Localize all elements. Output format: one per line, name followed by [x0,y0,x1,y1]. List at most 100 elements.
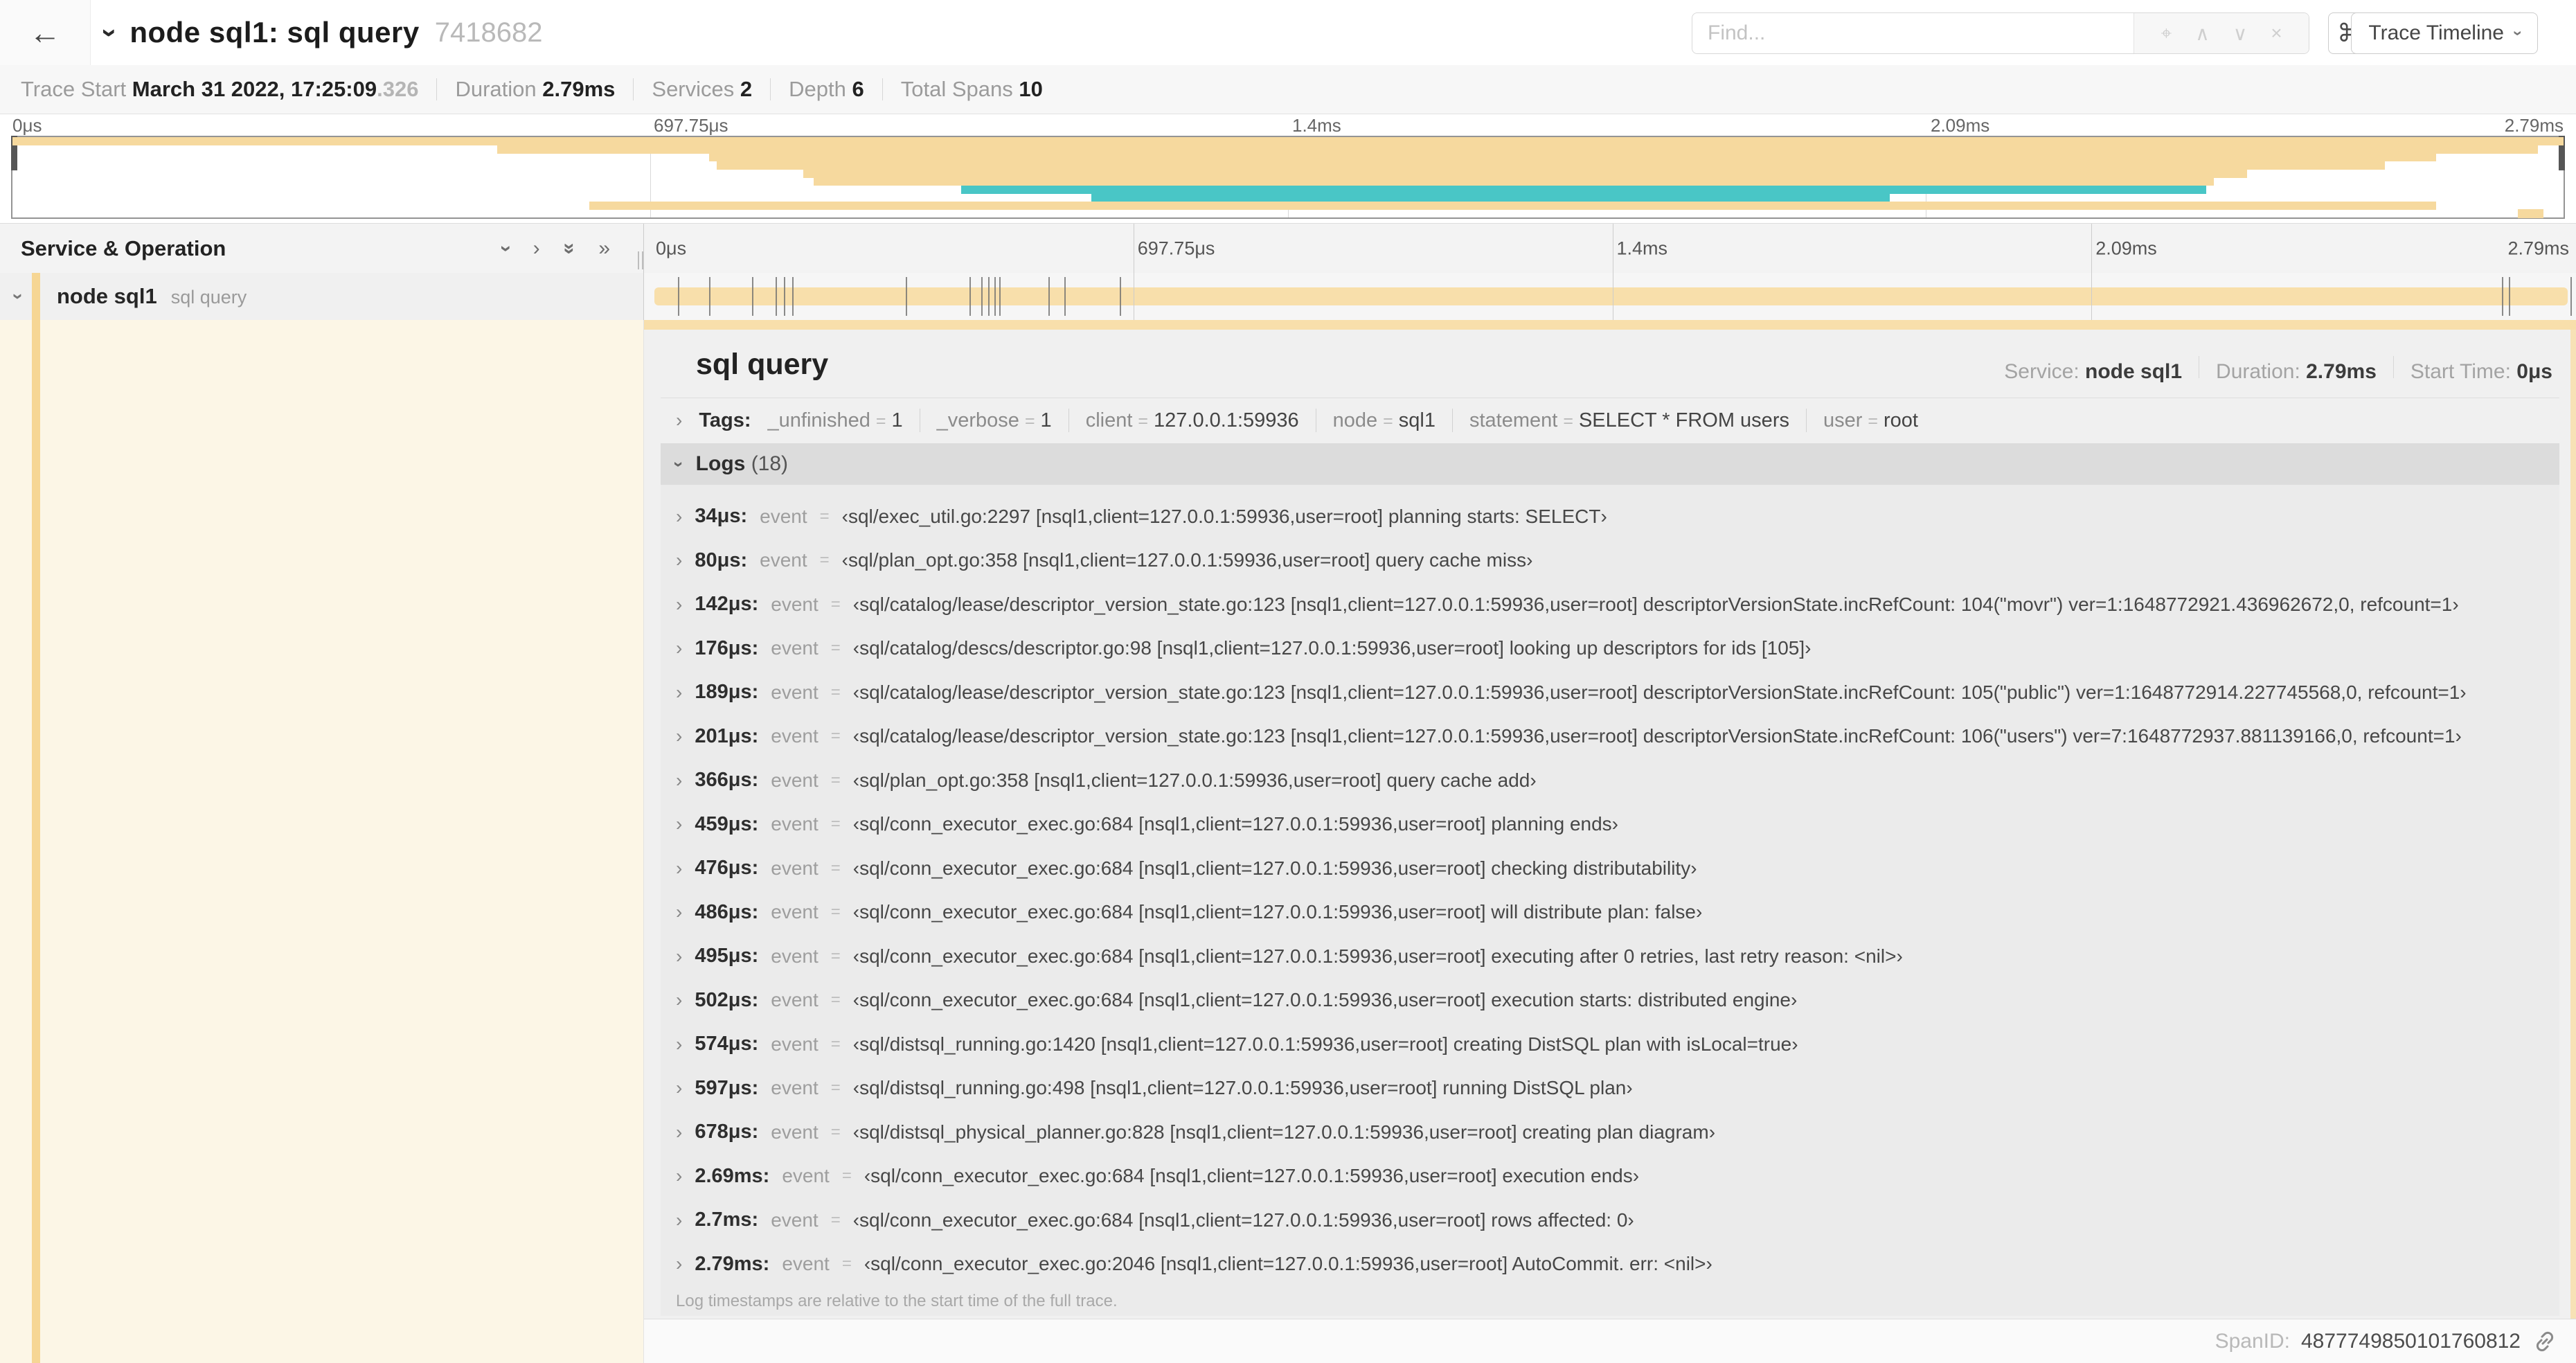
logs-label: Logs [695,452,746,475]
log-row[interactable]: › 142μs: event = ‹sql/catalog/lease/descript… [661,582,2559,627]
span-name-cell[interactable]: › node sql1 sql query [0,273,644,320]
log-event-value: ‹sql/catalog/lease/descriptor_version_st… [852,681,2467,703]
log-row[interactable]: › 574μs: event = ‹sql/distsql_running.go:142… [661,1022,2559,1067]
chevron-down-icon: › [2509,30,2528,36]
log-event-value: ‹sql/plan_opt.go:358 [nsql1,client=127.0… [841,549,1533,571]
collapse-all-icon[interactable]: » [557,243,581,255]
tags-expand-chevron-icon[interactable]: › [676,409,682,431]
view-selector-label: Trace Timeline [2368,21,2504,44]
span-duration-bar[interactable] [654,287,2568,305]
log-field-key: event [760,505,807,527]
timeline-tick-label: 2.09ms [1931,115,1990,136]
log-expand-chevron-icon[interactable]: › [676,1121,682,1143]
log-expand-chevron-icon[interactable]: › [676,1033,682,1055]
tag-item: node = sql1 [1333,409,1435,432]
equals-sign: = [841,1254,852,1274]
span-collapse-chevron-icon[interactable]: › [8,293,30,299]
trace-start-label: Trace Start [21,77,127,101]
find-input[interactable] [1692,13,2134,53]
timeline-gridline [2091,273,2093,320]
log-expand-chevron-icon[interactable]: › [676,594,682,616]
log-field-key: event [771,725,819,747]
collapse-title-chevron-icon[interactable]: › [94,28,125,37]
log-field-key: event [771,1033,819,1055]
log-expand-chevron-icon[interactable]: › [676,813,682,835]
log-expand-chevron-icon[interactable]: › [676,945,682,968]
deep-link-icon[interactable] [2532,1328,2558,1355]
log-row[interactable]: › 495μs: event = ‹sql/conn_executor_exec.go:… [661,934,2559,979]
log-expand-chevron-icon[interactable]: › [676,1253,682,1275]
log-expand-chevron-icon[interactable]: › [676,506,682,528]
log-row[interactable]: › 366μs: event = ‹sql/plan_opt.go:358 [nsql1… [661,758,2559,803]
log-expand-chevron-icon[interactable]: › [676,857,682,880]
clear-search-icon[interactable]: × [2271,22,2282,44]
timeline-ticks-header: 0μs 697.75μs 1.4ms 2.09ms 2.79ms [644,224,2576,274]
log-expand-chevron-icon[interactable]: › [676,1165,682,1187]
timeline-tick-label: 0μs [656,238,687,259]
tag-key: node [1332,409,1378,431]
log-timestamp: 176μs: [695,636,759,659]
minimap-span-bar [716,161,2386,170]
back-button[interactable]: ← [0,0,91,65]
log-rows: › 34μs: event = ‹sql/exec_util.go:2297 [nsql… [661,495,2559,1286]
log-row[interactable]: › 459μs: event = ‹sql/conn_executor_exec.go:… [661,803,2559,847]
log-row[interactable]: › 486μs: event = ‹sql/conn_executor_exec.go:… [661,891,2559,935]
minimap-canvas[interactable] [11,136,2565,219]
log-row[interactable]: › 201μs: event = ‹sql/catalog/lease/descript… [661,715,2559,759]
log-row[interactable]: › 678μs: event = ‹sql/distsql_physical_plann… [661,1110,2559,1155]
logs-note: Log timestamps are relative to the start… [676,1292,1118,1310]
log-expand-chevron-icon[interactable]: › [676,1209,682,1231]
log-event-value: ‹sql/conn_executor_exec.go:684 [nsql1,cl… [864,1165,1640,1187]
locate-icon[interactable]: ⌖ [2161,22,2172,45]
view-selector-button[interactable]: Trace Timeline › [2351,12,2538,54]
log-expand-chevron-icon[interactable]: › [676,901,682,923]
log-row[interactable]: › 2.79ms: event = ‹sql/conn_executor_exec.go… [661,1242,2559,1287]
divider [1068,409,1069,432]
collapse-one-icon[interactable]: › [494,245,518,252]
equals-sign: = [1563,411,1573,431]
log-marker [1064,277,1066,316]
depth-value: 6 [852,77,864,101]
log-marker [981,277,983,316]
log-event-value: ‹sql/conn_executor_exec.go:684 [nsql1,cl… [852,989,1798,1011]
next-match-icon[interactable]: ∨ [2233,22,2248,45]
tags-row[interactable]: › Tags: _unfinished = 1 _verbose = 1 client = 12… [661,398,2559,443]
page-title: node sql1: sql query [129,16,420,48]
log-row[interactable]: › 34μs: event = ‹sql/exec_util.go:2297 [nsql… [661,495,2559,539]
log-field-key: event [771,1121,819,1143]
equals-sign: = [830,946,841,965]
expand-one-icon[interactable]: › [533,237,540,260]
span-bar-cell[interactable] [644,273,2576,320]
log-event-value: ‹sql/plan_opt.go:358 [nsql1,client=127.0… [852,769,1537,791]
log-row[interactable]: › 189μs: event = ‹sql/catalog/lease/descript… [661,670,2559,715]
log-row[interactable]: › 80μs: event = ‹sql/plan_opt.go:358 [nsql1,… [661,539,2559,583]
equals-sign: = [830,1210,841,1229]
equals-sign: = [830,1078,841,1098]
log-row[interactable]: › 476μs: event = ‹sql/conn_executor_exec.go:… [661,846,2559,891]
log-expand-chevron-icon[interactable]: › [676,637,682,659]
log-field-key: event [782,1165,830,1187]
tag-key: _verbose [936,409,1019,431]
detail-left-column [0,320,644,1363]
expand-all-icon[interactable]: » [598,237,610,260]
log-event-value: ‹sql/conn_executor_exec.go:684 [nsql1,cl… [852,857,1697,879]
log-expand-chevron-icon[interactable]: › [676,682,682,704]
log-expand-chevron-icon[interactable]: › [676,549,682,571]
trace-start-value: March 31 2022, 17:25:09 [132,77,377,101]
log-expand-chevron-icon[interactable]: › [676,1077,682,1099]
log-expand-chevron-icon[interactable]: › [676,989,682,1011]
prev-match-icon[interactable]: ∧ [2195,22,2210,45]
minimap-span-bar [803,169,2248,178]
log-row[interactable]: › 597μs: event = ‹sql/distsql_running.go:498… [661,1067,2559,1111]
log-expand-chevron-icon[interactable]: › [676,769,682,792]
log-row[interactable]: › 2.7ms: event = ‹sql/conn_executor_exec.go:… [661,1198,2559,1242]
log-expand-chevron-icon[interactable]: › [676,725,682,747]
log-row[interactable]: › 176μs: event = ‹sql/catalog/descs/descript… [661,627,2559,671]
equals-sign: = [830,727,841,746]
log-row[interactable]: › 2.69ms: event = ‹sql/conn_executor_exec.go… [661,1155,2559,1199]
tag-value: root [1884,409,1918,431]
log-row[interactable]: › 502μs: event = ‹sql/conn_executor_exec.go:… [661,979,2559,1023]
logs-collapse-chevron-icon[interactable]: › [668,461,690,467]
logs-header[interactable]: › Logs (18) [661,443,2559,485]
equals-sign: = [1868,411,1879,431]
